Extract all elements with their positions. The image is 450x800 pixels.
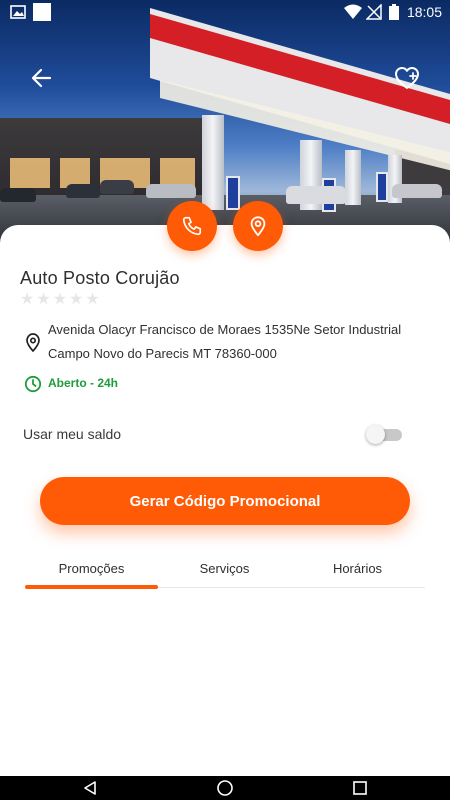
nav-recents-icon[interactable] (352, 780, 368, 796)
call-button[interactable] (167, 201, 217, 251)
battery-icon (389, 4, 399, 20)
station-photo (0, 0, 450, 245)
wifi-icon (344, 4, 362, 19)
star-icon: ★ (69, 291, 84, 308)
no-signal-icon (366, 4, 382, 20)
clock-icon (24, 375, 42, 393)
arrow-left-icon (31, 68, 52, 88)
address-line-1: Avenida Olacyr Francisco de Moraes 1535N… (48, 322, 402, 337)
app-notification-icon (33, 3, 51, 21)
use-balance-toggle[interactable] (366, 424, 404, 444)
tab-promocoes[interactable]: Promoções (25, 552, 158, 589)
star-icon: ★ (20, 291, 35, 308)
station-address: Avenida Olacyr Francisco de Moraes 1535N… (48, 318, 428, 366)
station-name: Auto Posto Corujão (20, 268, 180, 288)
favorite-button[interactable] (393, 64, 421, 92)
open-status: Aberto - 24h (48, 376, 119, 390)
nav-back-icon[interactable] (82, 780, 98, 796)
status-bar: 18:05 (0, 0, 450, 26)
star-icon: ★ (85, 291, 100, 308)
tab-servicos[interactable]: Serviços (158, 552, 291, 588)
clock-time: 18:05 (406, 4, 442, 20)
heart-plus-icon (395, 67, 419, 89)
map-pin-icon (26, 333, 40, 352)
image-notification-icon (10, 5, 26, 19)
system-navigation-bar (0, 776, 450, 800)
address-line-2: Campo Novo do Parecis MT 78360-000 (48, 346, 277, 361)
star-icon: ★ (36, 291, 51, 308)
tab-horarios[interactable]: Horários (291, 552, 424, 588)
generate-promo-code-button[interactable]: Gerar Código Promocional (40, 477, 410, 525)
nav-home-icon[interactable] (216, 780, 234, 796)
star-icon: ★ (52, 291, 68, 308)
back-button[interactable] (28, 64, 56, 92)
map-pin-icon (250, 216, 266, 237)
directions-button[interactable] (233, 201, 283, 251)
use-balance-label: Usar meu saldo (23, 426, 122, 442)
rating-stars: ★ ★ ★ ★ ★ (20, 292, 100, 308)
phone-icon (182, 216, 202, 236)
details-tabs: Promoções Serviços Horários (25, 552, 425, 589)
